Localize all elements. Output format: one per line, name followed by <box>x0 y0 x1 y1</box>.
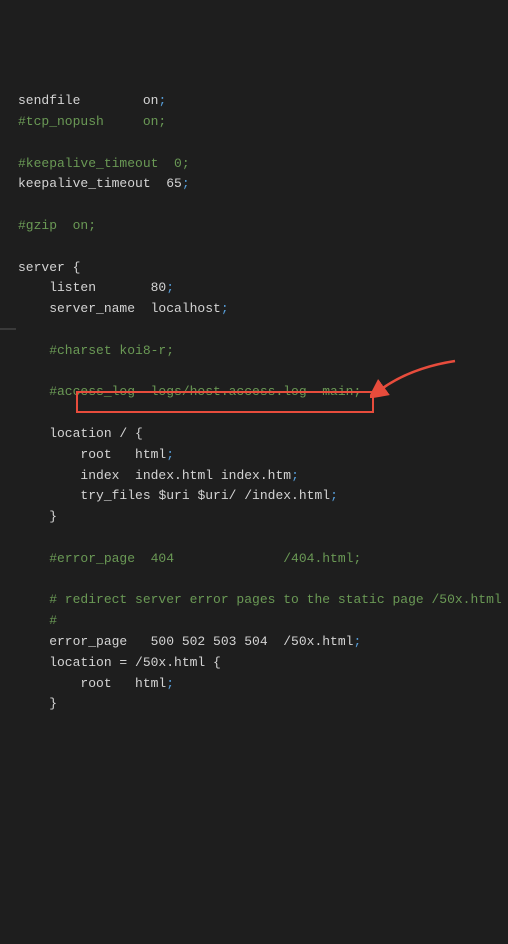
code-line: sendfile on; <box>18 91 508 112</box>
code-line: server_name localhost; <box>18 299 508 320</box>
code-line <box>18 570 508 591</box>
semicolon: ; <box>166 676 174 691</box>
code-line: #error_page 404 /404.html; <box>18 549 508 570</box>
directive-key: try_files <box>18 488 158 503</box>
code-line <box>18 237 508 258</box>
code-line: server { <box>18 258 508 279</box>
directive-value: 80 <box>151 280 167 295</box>
code-line: # <box>18 611 508 632</box>
code-line: #tcp_nopush on; <box>18 112 508 133</box>
gutter-marker <box>0 328 16 330</box>
code-line: error_page 500 502 503 504 /50x.html; <box>18 632 508 653</box>
directive-value: index.html index.htm <box>135 468 291 483</box>
directive-value: on <box>143 93 159 108</box>
code-line <box>18 362 508 383</box>
code-line: } <box>18 507 508 528</box>
semicolon: ; <box>166 280 174 295</box>
code-line <box>18 195 508 216</box>
directive-text: location = /50x.html { <box>18 655 221 670</box>
directive-value: localhost <box>151 301 221 316</box>
code-line: #access_log logs/host.access.log main; <box>18 382 508 403</box>
code-line <box>18 320 508 341</box>
semicolon: ; <box>166 447 174 462</box>
directive-key: error_page <box>18 634 151 649</box>
code-line: location = /50x.html { <box>18 653 508 674</box>
comment-text: #gzip on; <box>18 218 96 233</box>
semicolon: ; <box>182 176 190 191</box>
semicolon: ; <box>158 93 166 108</box>
code-line <box>18 403 508 424</box>
code-line: keepalive_timeout 65; <box>18 174 508 195</box>
directive-value: html <box>135 676 166 691</box>
directive-key: root <box>18 447 135 462</box>
directive-key: index <box>18 468 135 483</box>
semicolon: ; <box>221 301 229 316</box>
directive-text: } <box>18 696 57 711</box>
comment-text: #tcp_nopush on; <box>18 114 166 129</box>
directive-text: } <box>18 509 57 524</box>
directive-text: server { <box>18 260 80 275</box>
code-line: try_files $uri $uri/ /index.html; <box>18 486 508 507</box>
code-line: root html; <box>18 674 508 695</box>
code-line: #charset koi8-r; <box>18 341 508 362</box>
comment-text: #access_log logs/host.access.log main; <box>18 384 361 399</box>
code-block: sendfile on;#tcp_nopush on; #keepalive_t… <box>18 91 508 715</box>
semicolon: ; <box>330 488 338 503</box>
code-line: #keepalive_timeout 0; <box>18 154 508 175</box>
directive-key: sendfile <box>18 93 143 108</box>
code-line: } <box>18 694 508 715</box>
directive-key: root <box>18 676 135 691</box>
code-line: root html; <box>18 445 508 466</box>
comment-text: #charset koi8-r; <box>18 343 174 358</box>
code-line: #gzip on; <box>18 216 508 237</box>
directive-value: 65 <box>166 176 182 191</box>
directive-key: keepalive_timeout <box>18 176 166 191</box>
directive-value: 500 502 503 504 /50x.html <box>151 634 354 649</box>
comment-text: # redirect server error pages to the sta… <box>18 592 502 607</box>
code-line <box>18 528 508 549</box>
directive-text: location / { <box>18 426 143 441</box>
comment-text: # <box>18 613 57 628</box>
directive-value: html <box>135 447 166 462</box>
code-line <box>18 133 508 154</box>
directive-key: server_name <box>18 301 151 316</box>
code-line: location / { <box>18 424 508 445</box>
code-line: index index.html index.htm; <box>18 466 508 487</box>
semicolon: ; <box>353 634 361 649</box>
code-line: listen 80; <box>18 278 508 299</box>
directive-key: listen <box>18 280 151 295</box>
comment-text: #error_page 404 /404.html; <box>18 551 361 566</box>
code-line: # redirect server error pages to the sta… <box>18 590 508 611</box>
semicolon: ; <box>291 468 299 483</box>
comment-text: #keepalive_timeout 0; <box>18 156 190 171</box>
directive-value: $uri $uri/ /index.html <box>158 488 330 503</box>
